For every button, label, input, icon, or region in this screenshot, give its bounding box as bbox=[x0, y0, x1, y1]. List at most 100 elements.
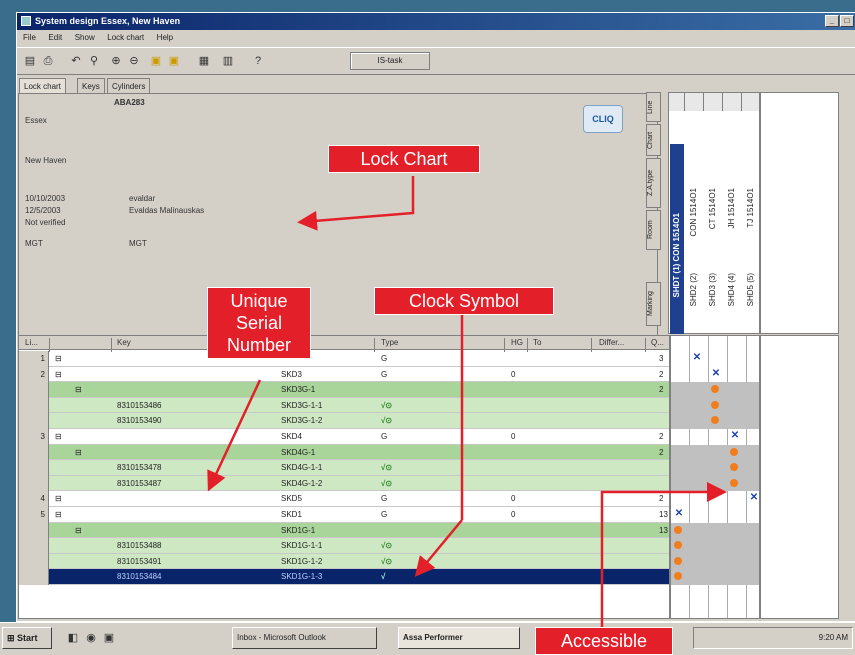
header-separator[interactable] bbox=[49, 338, 50, 352]
table-row[interactable]: 8310153488 SKD1G-1-1 √⊙ bbox=[19, 538, 669, 554]
find-icon[interactable]: ⚲ bbox=[87, 54, 101, 68]
table-row[interactable]: SKD4G-1 2 ⊟ bbox=[19, 444, 669, 461]
accessible-dot-icon[interactable] bbox=[674, 572, 682, 581]
print-icon[interactable]: ⎙ bbox=[41, 54, 55, 68]
key-access-x-mark[interactable]: ✕ bbox=[749, 493, 759, 503]
table-row[interactable]: 8310153484 SKD1G-1-3 √ bbox=[19, 569, 669, 585]
table-row[interactable]: 8310153478 SKD4G-1-1 √⊙ bbox=[19, 460, 669, 476]
row-name: SKD4G-1-2 bbox=[281, 478, 323, 488]
start-button[interactable]: ⊞ Start bbox=[2, 627, 52, 649]
accessible-dot-icon[interactable] bbox=[674, 556, 682, 565]
tab-keys[interactable]: Keys bbox=[77, 78, 105, 94]
table-row[interactable]: 8310153490 SKD3G-1-2 √⊙ bbox=[19, 413, 669, 429]
accessible-dot-icon[interactable] bbox=[674, 525, 682, 534]
col-header-q[interactable]: Q... bbox=[651, 338, 664, 347]
row-key: 8310153487 bbox=[117, 478, 162, 488]
tree-toggle-icon[interactable]: ⊟ bbox=[75, 382, 82, 398]
header-separator[interactable] bbox=[374, 338, 375, 352]
accessible-dot-icon[interactable] bbox=[730, 478, 738, 487]
browser-icon[interactable]: ◉ bbox=[84, 631, 98, 645]
undo-icon[interactable]: ↶ bbox=[69, 54, 83, 68]
folder-icon[interactable]: ▣ bbox=[149, 54, 163, 68]
tree-toggle-icon[interactable]: ⊟ bbox=[75, 445, 82, 461]
desktop-icon[interactable]: ▣ bbox=[102, 631, 116, 645]
taskbar-item-outlook[interactable]: Inbox - Microsoft Outlook bbox=[232, 627, 377, 649]
col-header-differ[interactable]: Differ... bbox=[599, 338, 624, 347]
col-header-key[interactable]: Key bbox=[117, 338, 131, 347]
col-header-hg[interactable]: HG bbox=[511, 338, 523, 347]
menu-help[interactable]: Help bbox=[157, 31, 173, 45]
accessible-dot-icon[interactable] bbox=[711, 385, 719, 394]
key-grid: Li... Key Type HG To Differ... Q... 1 G 3 ⊟… bbox=[18, 335, 670, 619]
grid-header: Li... Key Type HG To Differ... Q... bbox=[19, 336, 669, 352]
header-separator[interactable] bbox=[527, 338, 528, 352]
tree-toggle-icon[interactable]: ⊟ bbox=[55, 351, 62, 367]
row-number bbox=[19, 460, 49, 476]
tree-toggle-icon[interactable]: ⊟ bbox=[55, 429, 62, 445]
menu-lock-chart[interactable]: Lock chart bbox=[107, 31, 144, 45]
maximize-button[interactable]: □ bbox=[840, 15, 854, 27]
save-icon[interactable]: ▤ bbox=[23, 54, 37, 68]
col-header-to[interactable]: To bbox=[533, 338, 541, 347]
table-row[interactable]: 4 SKD5 G 0 2 ⊟ bbox=[19, 491, 669, 507]
table-row[interactable]: 3 SKD4 G 0 2 ⊟ bbox=[19, 429, 669, 445]
filter-icon[interactable]: ▥ bbox=[221, 54, 235, 68]
row-name: SKD1G-1-3 bbox=[281, 572, 323, 582]
tree-toggle-icon[interactable]: ⊟ bbox=[55, 491, 62, 507]
table-row[interactable]: 2 SKD3 G 0 2 ⊟ bbox=[19, 366, 669, 383]
table-row[interactable]: SKD3G-1 2 ⊟ bbox=[19, 382, 669, 398]
accessible-dot-icon[interactable] bbox=[711, 400, 719, 409]
row-type: G bbox=[381, 510, 388, 519]
key-access-x-mark[interactable]: ✕ bbox=[674, 509, 684, 519]
tab-lock-chart[interactable]: Lock chart bbox=[19, 78, 66, 94]
header-separator[interactable] bbox=[591, 338, 592, 352]
key-access-x-mark[interactable]: ✕ bbox=[692, 353, 702, 363]
help-icon[interactable]: ? bbox=[251, 54, 265, 68]
col-header-cell bbox=[723, 93, 742, 111]
row-name: SKD3G-1-2 bbox=[281, 416, 323, 426]
zoom-out-icon[interactable]: ⊖ bbox=[127, 54, 141, 68]
callout-serial-line1: Unique bbox=[230, 291, 288, 311]
vtab-room[interactable]: Room bbox=[646, 210, 661, 250]
accessible-dot-icon[interactable] bbox=[711, 416, 719, 425]
accessible-dot-icon[interactable] bbox=[730, 447, 738, 456]
key-access-x-mark[interactable]: ✕ bbox=[711, 368, 721, 379]
col-label-b: JH 1514O1 bbox=[727, 188, 736, 229]
callout-clock-symbol: Clock Symbol bbox=[374, 287, 554, 315]
minimize-button[interactable]: _ bbox=[825, 15, 839, 27]
table-row[interactable]: 8310153486 SKD3G-1-1 √⊙ bbox=[19, 397, 669, 414]
table-row[interactable]: 8310153487 SKD4G-1-2 √⊙ bbox=[19, 475, 669, 492]
accessible-dot-icon[interactable] bbox=[674, 541, 682, 550]
vtab-chart[interactable]: Chart bbox=[646, 124, 661, 156]
col-header-type[interactable]: Type bbox=[381, 338, 398, 347]
col-header-line[interactable]: Li... bbox=[25, 338, 38, 347]
folder-open-icon[interactable]: ▣ bbox=[167, 54, 181, 68]
vtab-line[interactable]: Line bbox=[646, 92, 661, 122]
menu-show[interactable]: Show bbox=[75, 31, 95, 45]
tab-cylinders[interactable]: Cylinders bbox=[107, 78, 151, 94]
tree-toggle-icon[interactable]: ⊟ bbox=[55, 367, 62, 383]
quicklaunch-icon[interactable]: ◧ bbox=[66, 631, 80, 645]
header-separator[interactable] bbox=[504, 338, 505, 352]
tree-toggle-icon[interactable]: ⊟ bbox=[75, 523, 82, 539]
table-row[interactable]: 5 SKD1 G 0 13 ⊟ bbox=[19, 507, 669, 523]
menu-file[interactable]: File bbox=[23, 31, 36, 45]
accessible-dot-icon[interactable] bbox=[730, 463, 738, 472]
vtab-marking[interactable]: Marking bbox=[646, 282, 661, 326]
col-header-cell bbox=[742, 93, 760, 111]
callout-serial-line3: Number bbox=[226, 335, 292, 355]
list-icon[interactable]: ▦ bbox=[197, 54, 211, 68]
tree-toggle-icon[interactable]: ⊟ bbox=[55, 507, 62, 523]
header-separator[interactable] bbox=[111, 338, 112, 352]
row-number: 4 bbox=[19, 491, 49, 507]
vtab-type[interactable]: Z.A.type bbox=[646, 158, 661, 208]
key-access-x-mark[interactable]: ✕ bbox=[730, 431, 740, 441]
table-row[interactable]: 8310153491 SKD1G-1-2 √⊙ bbox=[19, 553, 669, 570]
menu-edit[interactable]: Edit bbox=[48, 31, 62, 45]
table-row[interactable]: 1 G 3 ⊟ bbox=[19, 351, 669, 367]
zoom-in-icon[interactable]: ⊕ bbox=[109, 54, 123, 68]
table-row[interactable]: SKD1G-1 13 ⊟ bbox=[19, 522, 669, 539]
is-task-button[interactable]: IS-task bbox=[350, 52, 430, 70]
taskbar-item-performer[interactable]: Assa Performer bbox=[398, 627, 520, 649]
header-separator[interactable] bbox=[645, 338, 646, 352]
